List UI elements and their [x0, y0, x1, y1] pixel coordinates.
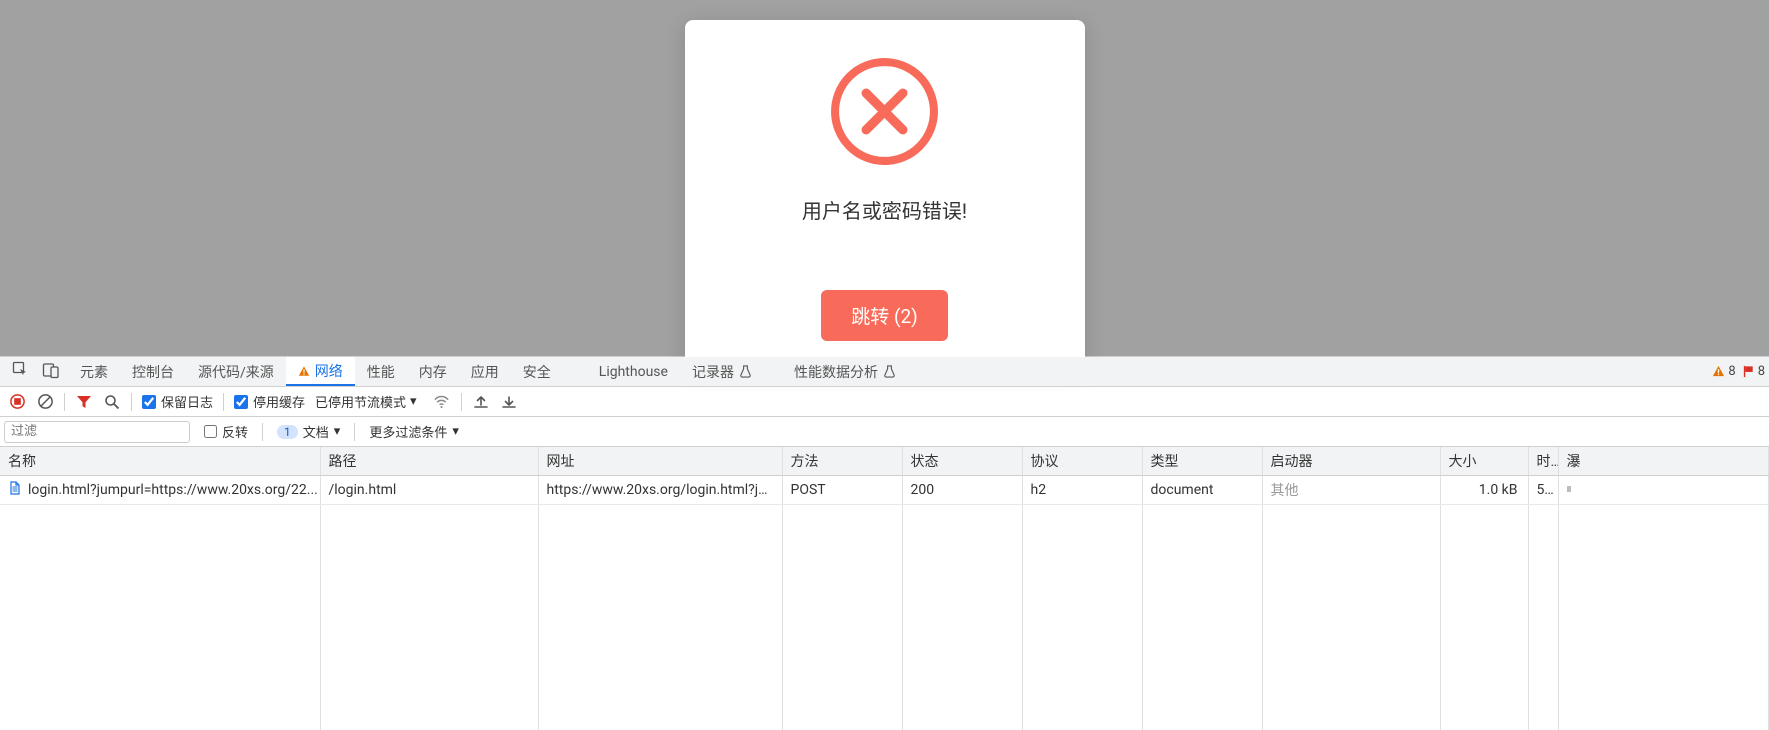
col-header-status[interactable]: 状态 [902, 447, 1022, 476]
col-header-time[interactable]: 时.. [1528, 447, 1558, 476]
warning-triangle-icon [298, 365, 310, 377]
col-header-initiator[interactable]: 启动器 [1262, 447, 1440, 476]
devtools-tab-bar: 元素 控制台 源代码/来源 网络 性能 内存 应用 安全 Lighthouse … [0, 357, 1769, 387]
request-method: POST [782, 476, 902, 505]
tab-sources[interactable]: 源代码/来源 [186, 357, 286, 386]
col-header-waterfall[interactable]: 瀑 [1558, 447, 1769, 476]
tab-performance[interactable]: 性能 [355, 357, 407, 386]
invert-checkbox[interactable]: 反转 [204, 422, 248, 441]
tab-elements[interactable]: 元素 [68, 357, 120, 386]
tab-security[interactable]: 安全 [511, 357, 563, 386]
devtools-panel: 元素 控制台 源代码/来源 网络 性能 内存 应用 安全 Lighthouse … [0, 356, 1769, 730]
more-filters-dropdown[interactable]: 更多过滤条件 ▾ [369, 422, 459, 441]
device-toolbar-icon[interactable] [42, 361, 60, 383]
col-header-path[interactable]: 路径 [320, 447, 538, 476]
error-message-text: 用户名或密码错误! [802, 195, 967, 224]
flask-icon [883, 365, 896, 378]
clear-button-icon[interactable] [36, 393, 54, 411]
filter-toggle-icon[interactable] [75, 393, 93, 411]
tab-performance-insights[interactable]: 性能数据分析 [782, 357, 908, 386]
tab-memory[interactable]: 内存 [407, 357, 459, 386]
col-header-protocol[interactable]: 协议 [1022, 447, 1142, 476]
col-header-name[interactable]: 名称 [0, 447, 320, 476]
errors-count[interactable]: 8 [1742, 364, 1765, 379]
jump-button[interactable]: 跳转 (2) [821, 290, 948, 341]
chevron-down-icon: ▾ [452, 424, 459, 439]
download-har-icon[interactable] [500, 393, 518, 411]
request-size: 1.0 kB [1440, 476, 1528, 505]
error-flag-icon [1742, 365, 1755, 378]
warning-triangle-icon [1712, 365, 1725, 378]
disable-cache-checkbox[interactable]: 停用缓存 [234, 392, 305, 411]
request-name: login.html?jumpurl=https://www.20xs.org/… [28, 482, 318, 498]
network-request-table: 名称 路径 网址 方法 状态 协议 类型 启动器 大小 时.. 瀑 [0, 447, 1769, 730]
page-content-area: 用户名或密码错误! 跳转 (2) [0, 0, 1769, 356]
network-filter-bar: 反转 1 文档 ▾ 更多过滤条件 ▾ [0, 417, 1769, 447]
network-table-wrap: 名称 路径 网址 方法 状态 协议 类型 启动器 大小 时.. 瀑 [0, 447, 1769, 730]
flask-icon [739, 365, 752, 378]
error-modal: 用户名或密码错误! 跳转 (2) [685, 20, 1085, 371]
tab-network[interactable]: 网络 [286, 357, 355, 386]
inspect-icon[interactable] [12, 361, 30, 383]
request-time: 5... [1528, 476, 1558, 505]
request-protocol: h2 [1022, 476, 1142, 505]
network-toolbar: 保留日志 停用缓存 已停用节流模式 ▾ [0, 387, 1769, 417]
warnings-count[interactable]: 8 [1712, 364, 1735, 379]
tab-application[interactable]: 应用 [459, 357, 511, 386]
network-conditions-icon[interactable] [433, 393, 451, 411]
search-icon[interactable] [103, 393, 121, 411]
request-status: 200 [902, 476, 1022, 505]
upload-har-icon[interactable] [472, 393, 490, 411]
preserve-log-checkbox[interactable]: 保留日志 [142, 392, 213, 411]
throttling-dropdown[interactable]: 已停用节流模式 ▾ [315, 392, 417, 411]
col-header-size[interactable]: 大小 [1440, 447, 1528, 476]
tab-console[interactable]: 控制台 [120, 357, 186, 386]
request-initiator: 其他 [1262, 476, 1440, 505]
request-waterfall-cell [1558, 476, 1769, 505]
table-header-row: 名称 路径 网址 方法 状态 协议 类型 启动器 大小 时.. 瀑 [0, 447, 1769, 476]
col-header-url[interactable]: 网址 [538, 447, 782, 476]
filter-input[interactable] [4, 421, 190, 443]
chevron-down-icon: ▾ [334, 424, 341, 439]
document-type-filter[interactable]: 1 文档 ▾ [277, 422, 340, 441]
chevron-down-icon: ▾ [410, 394, 417, 409]
tab-lighthouse[interactable]: Lighthouse [587, 357, 680, 386]
request-url: https://www.20xs.org/login.html?ju... [538, 476, 782, 505]
col-header-type[interactable]: 类型 [1142, 447, 1262, 476]
document-file-icon [8, 481, 22, 499]
request-type: document [1142, 476, 1262, 505]
col-header-method[interactable]: 方法 [782, 447, 902, 476]
record-button-icon[interactable] [8, 393, 26, 411]
error-circle-x-icon [827, 54, 942, 169]
tab-recorder[interactable]: 记录器 [680, 357, 764, 386]
filter-count-pill: 1 [277, 425, 298, 439]
request-path: /login.html [320, 476, 538, 505]
table-row[interactable]: login.html?jumpurl=https://www.20xs.org/… [0, 476, 1769, 505]
